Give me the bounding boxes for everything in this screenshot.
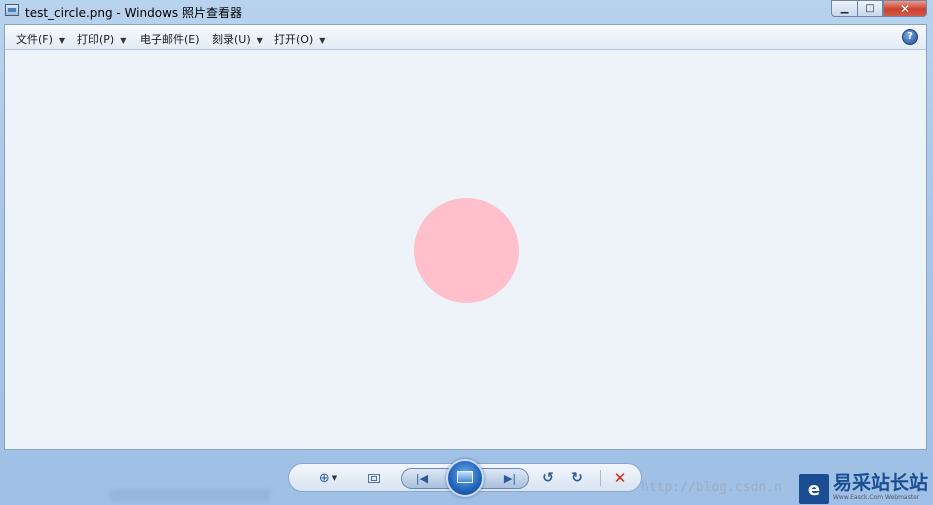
- chevron-down-icon: ▼: [58, 36, 66, 45]
- slideshow-button[interactable]: [446, 459, 484, 497]
- delete-icon: ✕: [613, 469, 627, 487]
- zoom-button[interactable]: ⊕ ▼: [313, 469, 343, 487]
- menu-open[interactable]: 打开(O) ▼: [274, 31, 325, 47]
- zoom-icon: ⊕: [318, 470, 330, 486]
- menu-email[interactable]: 电子邮件(E): [140, 31, 200, 47]
- rotate-left-button[interactable]: ↺: [539, 469, 557, 487]
- photo-viewer-app-icon: [5, 4, 19, 16]
- badge-subtitle: Www.Easck.Com Webmaster: [833, 494, 920, 501]
- actual-size-icon: [368, 473, 380, 483]
- menu-bar: 文件(F) ▼ 打印(P) ▼ 电子邮件(E) 刻录(U) ▼ 打开(O) ▼ ?: [5, 25, 926, 50]
- next-button[interactable]: ▶|: [493, 469, 527, 487]
- displayed-image-circle: [414, 198, 519, 303]
- delete-button[interactable]: ✕: [611, 469, 629, 487]
- menu-print-label: 打印(P): [77, 33, 115, 46]
- next-icon: ▶|: [503, 471, 517, 485]
- menu-print[interactable]: 打印(P) ▼: [77, 31, 126, 47]
- rotate-right-icon: ↻: [571, 470, 583, 486]
- window-title: test_circle.png - Windows 照片查看器: [25, 6, 242, 20]
- menu-file-label: 文件(F): [16, 33, 53, 46]
- photo-viewer-window: 文件(F) ▼ 打印(P) ▼ 电子邮件(E) 刻录(U) ▼ 打开(O) ▼ ?: [4, 24, 927, 450]
- menu-email-label: 电子邮件(E): [140, 33, 200, 46]
- image-canvas: [5, 50, 926, 449]
- maximize-button[interactable]: □: [857, 0, 883, 17]
- badge-text: 易采站长站 Www.Easck.Com Webmaster: [833, 472, 928, 502]
- minimize-icon: ▁: [840, 3, 849, 14]
- site-logo-icon: e: [799, 474, 829, 504]
- help-icon[interactable]: ?: [902, 29, 918, 45]
- menu-open-label: 打开(O): [274, 33, 314, 46]
- previous-icon: |◀: [415, 471, 429, 485]
- close-button[interactable]: ✕: [883, 0, 927, 17]
- toolbar-divider: [600, 470, 601, 486]
- previous-button[interactable]: |◀: [405, 469, 439, 487]
- rotate-right-button[interactable]: ↻: [568, 469, 586, 487]
- title-bar: test_circle.png - Windows 照片查看器 ▁ □ ✕: [0, 0, 933, 24]
- chevron-down-icon: ▼: [120, 36, 127, 45]
- menu-burn[interactable]: 刻录(U) ▼: [212, 31, 263, 47]
- maximize-icon: □: [865, 3, 875, 14]
- minimize-button[interactable]: ▁: [831, 0, 857, 17]
- slideshow-icon: [457, 471, 473, 483]
- close-icon: ✕: [899, 1, 911, 16]
- badge-name: 易采站长站: [833, 472, 929, 494]
- watermark-badge: e 易采站长站 Www.Easck.Com Webmaster: [799, 472, 933, 505]
- chevron-down-icon: ▼: [256, 36, 263, 45]
- playback-control-bar: ⊕ ▼ |◀ ▶| ↺ ↻ ✕: [288, 459, 642, 497]
- actual-size-button[interactable]: [365, 469, 383, 487]
- menu-file[interactable]: 文件(F) ▼: [16, 31, 65, 47]
- desktop-background-hint: [110, 489, 270, 501]
- window-controls: ▁ □ ✕: [831, 0, 927, 17]
- chevron-down-icon: ▼: [331, 474, 338, 482]
- menu-burn-label: 刻录(U): [212, 33, 251, 46]
- chevron-down-icon: ▼: [319, 36, 326, 45]
- rotate-left-icon: ↺: [542, 470, 554, 486]
- watermark-url: http://blog.csdn.n: [641, 480, 782, 495]
